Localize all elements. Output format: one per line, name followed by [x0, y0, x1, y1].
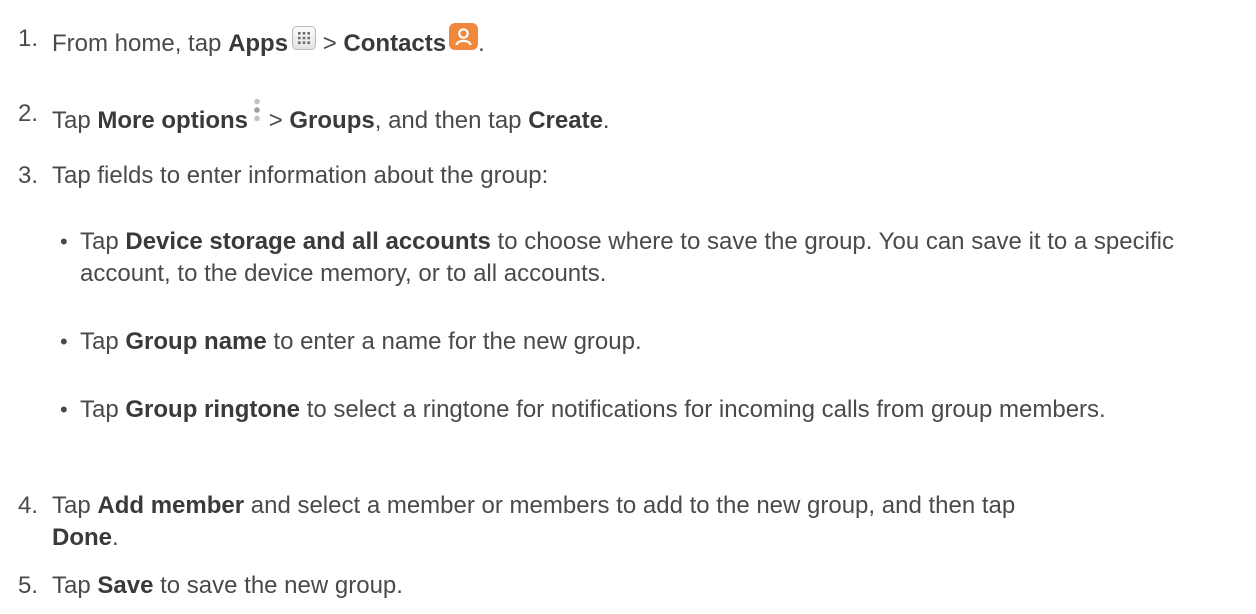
apps-grid-icon	[292, 26, 317, 50]
bullet-dot: •	[60, 397, 68, 422]
step-number: 1.	[18, 25, 39, 52]
contacts-person-icon	[449, 23, 479, 50]
step-text: Tap fields to enter information about th…	[52, 162, 549, 189]
group-ringtone-label: Group ringtone	[125, 396, 301, 423]
groups-label: Groups	[289, 107, 375, 134]
step-number: 2.	[18, 100, 39, 127]
bullet-text: Tap Device storage and all accounts to c…	[80, 228, 1174, 287]
bullet-text: Tap Group ringtone to select a ringtone …	[80, 396, 1106, 423]
bullet-dot: •	[60, 329, 68, 354]
step-2: 2. Tap More options > Groups, and then t…	[18, 98, 1226, 137]
done-label: Done	[52, 524, 112, 551]
step-number: 4.	[18, 492, 39, 519]
apps-label: Apps	[228, 30, 289, 57]
bullet-dot: •	[60, 229, 68, 254]
step-number: 3.	[18, 162, 39, 189]
bullet-group-ringtone: • Tap Group ringtone to select a rington…	[60, 394, 1216, 426]
step-4: 4. Tap Add member and select a member or…	[18, 490, 1226, 554]
more-options-vertical-dots-icon	[252, 98, 262, 128]
step-5: 5. Tap Save to save the new group.	[18, 570, 1226, 602]
group-name-label: Group name	[125, 328, 267, 355]
create-label: Create	[528, 107, 603, 134]
instructions-page: 1. From home, tap Apps > Contacts. 2. Ta…	[0, 0, 1256, 614]
step-text: From home, tap Apps > Contacts.	[52, 23, 1226, 60]
step-text: Tap More options > Groups, and then tap …	[52, 98, 1226, 137]
save-label: Save	[97, 572, 154, 599]
device-storage-label: Device storage and all accounts	[125, 228, 491, 255]
step-3: 3. Tap fields to enter information about…	[18, 160, 1226, 192]
bullet-text: Tap Group name to enter a name for the n…	[80, 328, 642, 355]
bullet-group-name: • Tap Group name to enter a name for the…	[60, 326, 1216, 358]
contacts-label: Contacts	[343, 30, 447, 57]
more-options-label: More options	[97, 107, 249, 134]
step-text: Tap Save to save the new group.	[52, 572, 403, 599]
bullet-device-storage: • Tap Device storage and all accounts to…	[60, 226, 1216, 290]
step-number: 5.	[18, 572, 39, 599]
step-1: 1. From home, tap Apps > Contacts.	[18, 23, 1226, 60]
step-text: Tap Add member and select a member or me…	[52, 492, 1016, 551]
add-member-label: Add member	[97, 492, 245, 519]
